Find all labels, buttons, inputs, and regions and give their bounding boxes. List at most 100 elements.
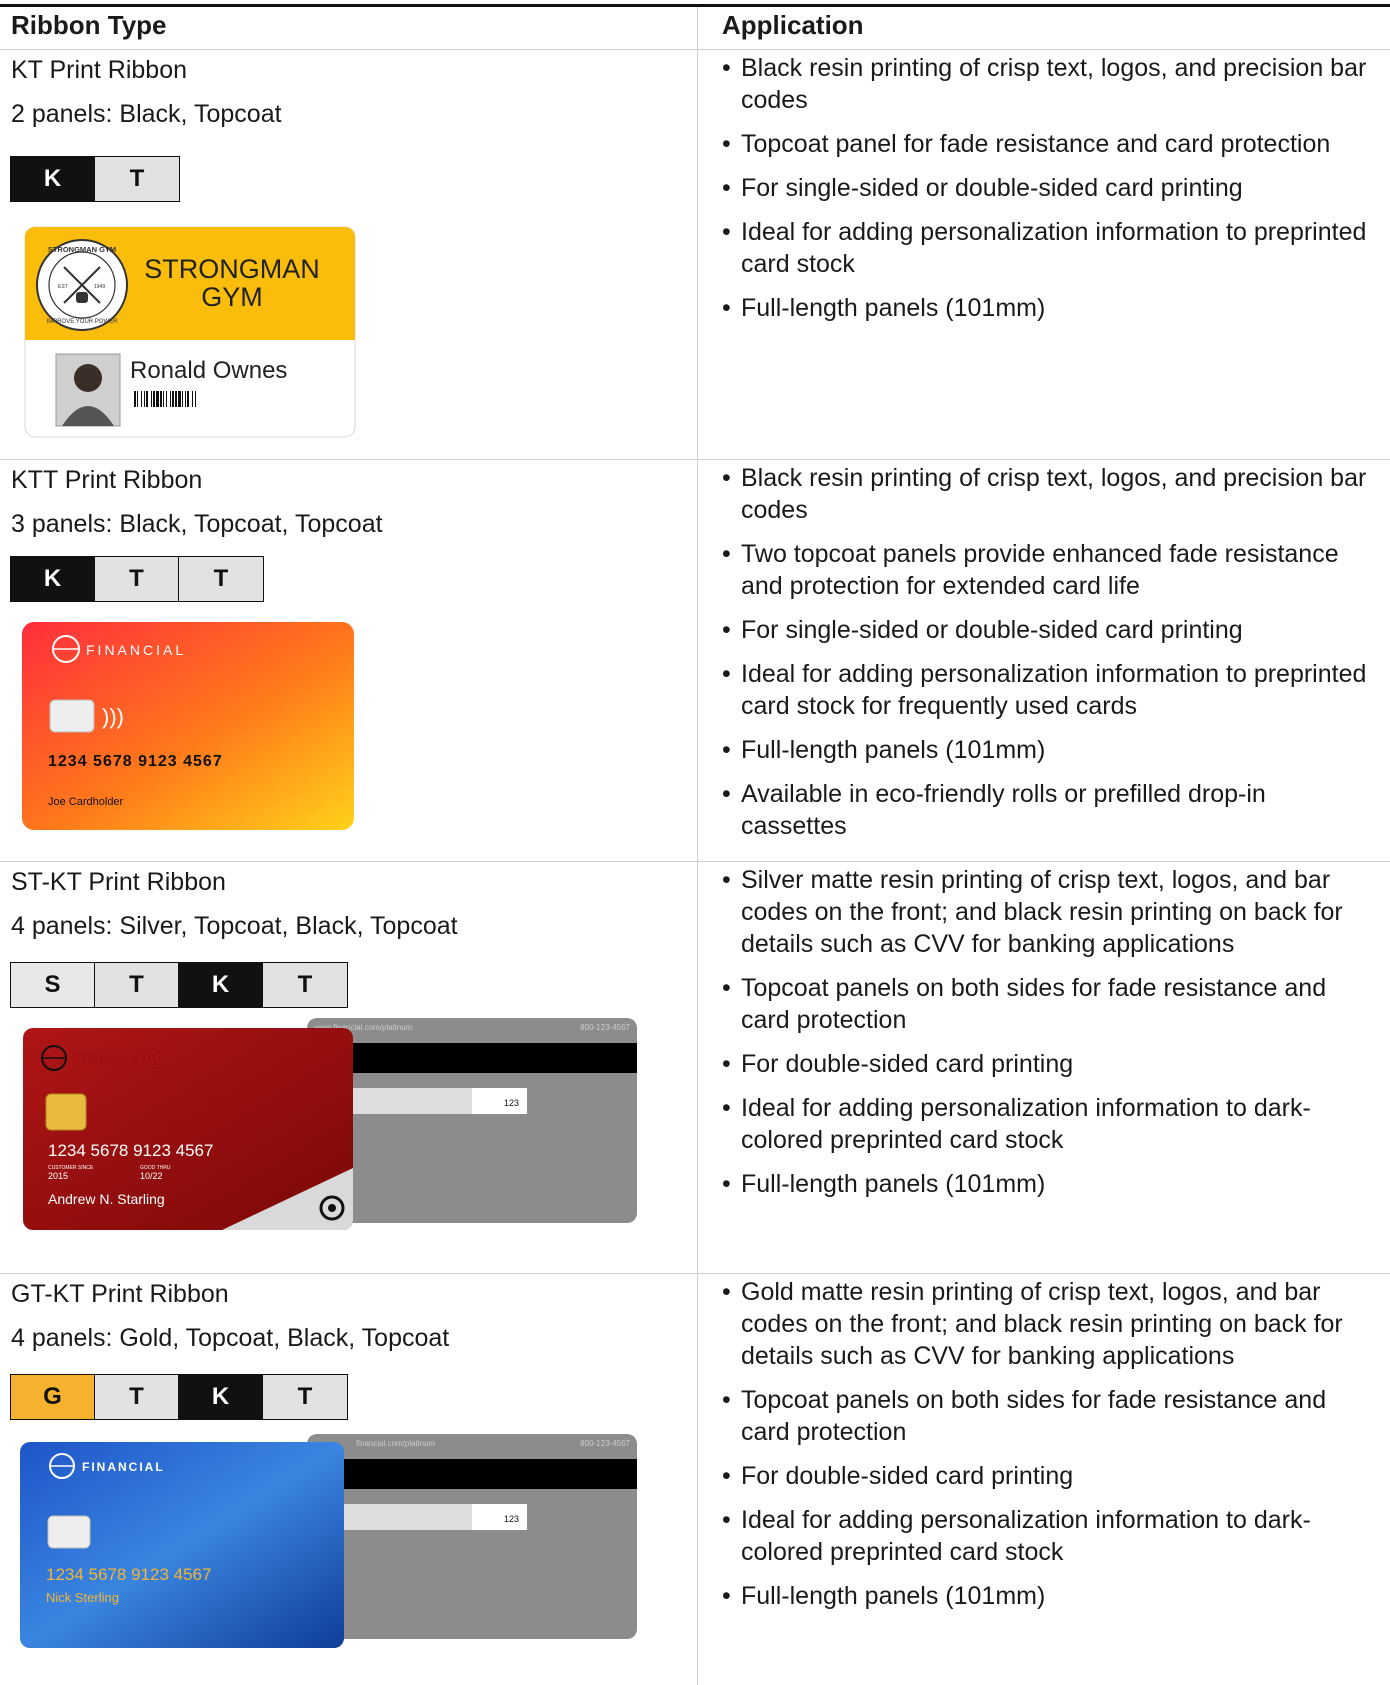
table-row-st-kt: ST-KT Print Ribbon 4 panels: Silver, Top… (0, 862, 1390, 1273)
panel-g: G (11, 1375, 95, 1419)
ribbon-name: ST-KT Print Ribbon (11, 868, 226, 896)
application-list: Black resin printing of crisp text, logo… (722, 462, 1372, 854)
panel-t: T (263, 963, 347, 1007)
chip-icon (45, 1093, 87, 1131)
card-brand: FINANCIAL (86, 642, 186, 658)
barcode-bar (175, 391, 177, 407)
signature-pattern (322, 1504, 472, 1530)
ribbon-panel-diagram: K T (10, 156, 180, 202)
list-item: For single-sided or double-sided card pr… (722, 614, 1372, 646)
ribbon-name: KT Print Ribbon (11, 56, 188, 84)
barcode-bar (187, 391, 189, 407)
list-item: Black resin printing of crisp text, logo… (722, 462, 1372, 526)
barcode-bar (153, 391, 155, 407)
barcode-bar (156, 391, 159, 407)
panel-t: T (263, 1375, 347, 1419)
chip-icon (49, 699, 95, 733)
barcode-bar (163, 391, 164, 407)
panel-t: T (95, 1375, 179, 1419)
card-holder: Nick Sterling (46, 1590, 119, 1605)
barcode-bar (172, 391, 174, 407)
ribbon-name: GT-KT Print Ribbon (11, 1280, 229, 1308)
list-item: Ideal for adding personalization informa… (722, 1092, 1372, 1156)
financial-card-blue-front-back: financial.com/platinum 800-123-4567 123 … (20, 1434, 637, 1648)
panel-k: K (11, 157, 95, 201)
barcode-bar (166, 391, 167, 407)
card-back-phone: 800-123-4567 (580, 1023, 630, 1032)
ribbon-name: KTT Print Ribbon (11, 466, 203, 494)
contactless-icon: ))) (102, 704, 124, 729)
list-item: Black resin printing of crisp text, logo… (722, 52, 1372, 116)
magnetic-stripe (307, 1043, 637, 1073)
panel-k: K (179, 963, 263, 1007)
list-item: For single-sided or double-sided card pr… (722, 172, 1372, 204)
panel-description: 3 panels: Black, Topcoat, Topcoat (11, 510, 383, 538)
application-list: Silver matte resin printing of crisp tex… (722, 864, 1372, 1212)
financial-card-red-front-back: www.financial.com/platinum 800-123-4567 … (23, 1018, 637, 1230)
ribbon-panel-diagram: G T K T (10, 1374, 348, 1420)
card-number: 1234 5678 9123 4567 (48, 753, 223, 770)
list-item: Ideal for adding personalization informa… (722, 1504, 1372, 1568)
list-item: Silver matte resin printing of crisp tex… (722, 864, 1372, 960)
card-holder: Andrew N. Starling (48, 1191, 165, 1207)
list-item: Topcoat panels on both sides for fade re… (722, 972, 1372, 1036)
panel-k: K (11, 557, 95, 601)
list-item: Full-length panels (101mm) (722, 1580, 1372, 1612)
ribbon-panel-diagram: K T T (10, 556, 264, 602)
barcode-bar (137, 391, 138, 407)
list-item: Two topcoat panels provide enhanced fade… (722, 538, 1372, 602)
since-value: 2015 (48, 1171, 68, 1181)
gym-name-line2: GYM (201, 282, 263, 312)
hexagon-logo-core (328, 1204, 336, 1212)
barcode-bar (185, 391, 186, 407)
barcode-bar (151, 391, 152, 407)
panel-t: T (179, 557, 263, 601)
gym-name-line1: STRONGMAN (144, 254, 320, 284)
list-item: Available in eco-friendly rolls or prefi… (722, 778, 1372, 842)
list-item: Topcoat panel for fade resistance and ca… (722, 128, 1372, 160)
card-holder: Joe Cardholder (48, 796, 124, 808)
panel-t: T (95, 157, 179, 201)
application-list: Black resin printing of crisp text, logo… (722, 52, 1372, 336)
panel-description: 2 panels: Black, Topcoat (11, 100, 282, 128)
list-item: Ideal for adding personalization informa… (722, 216, 1372, 280)
cvv-code: 123 (504, 1514, 519, 1524)
panel-description: 4 panels: Gold, Topcoat, Black, Topcoat (11, 1324, 450, 1352)
table-row-kt: KT Print Ribbon 2 panels: Black, Topcoat… (0, 50, 1390, 459)
list-item: Topcoat panels on both sides for fade re… (722, 1384, 1372, 1448)
barcode-bar (134, 391, 136, 407)
panel-k: K (179, 1375, 263, 1419)
list-item: For double-sided card printing (722, 1048, 1372, 1080)
barcode-bar (195, 391, 196, 407)
photo-head (74, 364, 102, 392)
list-item: For double-sided card printing (722, 1460, 1372, 1492)
gym-id-card: STRONGMAN GYM IMPROVE YOUR POWER EST 194… (24, 226, 356, 438)
member-name: Ronald Ownes (130, 357, 287, 384)
ribbon-panel-diagram: S T K T (10, 962, 348, 1008)
barcode-bar (160, 391, 162, 407)
barcode-bar (170, 391, 171, 407)
card-number: 1234 5678 9123 4567 (46, 1565, 211, 1584)
table-row-ktt: KTT Print Ribbon 3 panels: Black, Topcoa… (0, 460, 1390, 861)
card-back-phone: 800-123-4567 (580, 1439, 630, 1448)
barcode-bar (182, 391, 183, 407)
list-item: Full-length panels (101mm) (722, 1168, 1372, 1200)
panel-t: T (95, 557, 179, 601)
badge-est: EST (58, 284, 68, 290)
list-item: Ideal for adding personalization informa… (722, 658, 1372, 722)
table-row-gt-kt: GT-KT Print Ribbon 4 panels: Gold, Topco… (0, 1274, 1390, 1685)
barcode-bar (178, 391, 181, 407)
kettlebell-icon (76, 292, 88, 303)
table-top-rule (0, 4, 1390, 7)
badge-bottom-text: IMPROVE YOUR POWER (47, 319, 119, 325)
chip-icon (47, 1515, 91, 1549)
list-item: Gold matte resin printing of crisp text,… (722, 1276, 1372, 1372)
list-item: Full-length panels (101mm) (722, 292, 1372, 324)
cvv-code: 123 (504, 1098, 519, 1108)
badge-top-text: STRONGMAN GYM (48, 245, 116, 254)
card-number: 1234 5678 9123 4567 (48, 1141, 213, 1160)
barcode-bar (192, 391, 193, 407)
barcode-bar (144, 391, 145, 407)
card-brand: FINANCIAL (82, 1460, 165, 1474)
application-list: Gold matte resin printing of crisp text,… (722, 1276, 1372, 1624)
